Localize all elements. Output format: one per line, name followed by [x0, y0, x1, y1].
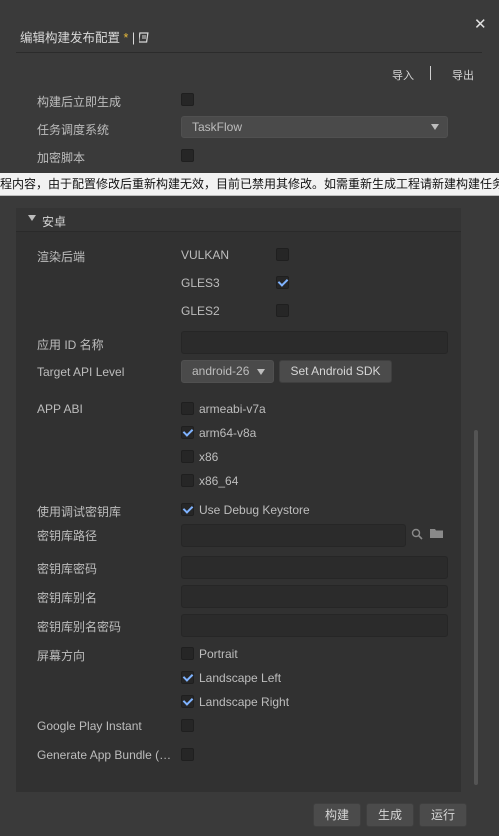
app-id-input[interactable]: [181, 331, 448, 354]
import-link[interactable]: 导入: [392, 67, 414, 83]
run-button[interactable]: 运行: [419, 803, 467, 827]
backend-gles3-label: GLES3: [181, 276, 220, 290]
header-divider: [16, 52, 482, 53]
keystore-alias-label: 密钥库别名: [37, 591, 98, 605]
orientation-label: 屏幕方向: [37, 649, 86, 663]
abi-armeabi-v7a-checkbox[interactable]: [181, 402, 194, 415]
abi-x86-64-label: x86_64: [199, 474, 239, 488]
keystore-password-label: 密钥库密码: [37, 562, 98, 576]
android-section-header[interactable]: [16, 208, 461, 232]
dialog-title: 编辑构建发布配置 * |: [20, 27, 150, 46]
app-bundle-checkbox[interactable]: [181, 748, 194, 761]
orientation-landscape-left-checkbox[interactable]: [181, 671, 194, 684]
orientation-portrait-checkbox[interactable]: [181, 647, 194, 660]
encrypt-script-label: 加密脚本: [37, 151, 86, 165]
target-api-label: Target API Level: [37, 365, 125, 379]
google-play-instant-label: Google Play Instant: [37, 719, 142, 733]
chevron-down-icon: [257, 369, 265, 375]
keystore-alias-input[interactable]: [181, 585, 448, 608]
orientation-landscape-right-checkbox[interactable]: [181, 695, 194, 708]
abi-x86-checkbox[interactable]: [181, 450, 194, 463]
keystore-path-label: 密钥库路径: [37, 529, 98, 543]
export-link[interactable]: 导出: [452, 67, 474, 83]
android-section-title: 安卓: [42, 215, 67, 229]
build-button[interactable]: 构建: [313, 803, 361, 827]
build-immediately-checkbox[interactable]: [181, 93, 194, 106]
disabled-tooltip: 程内容，由于配置修改后重新构建无效，目前已禁用其修改。如需重新生成工程请新建构建…: [0, 173, 499, 196]
backend-vulkan-checkbox[interactable]: [276, 248, 289, 261]
search-icon[interactable]: [411, 528, 423, 543]
close-icon[interactable]: ✕: [474, 15, 487, 33]
modified-marker: *: [123, 31, 129, 45]
task-scheduler-value: TaskFlow: [192, 120, 243, 134]
abi-arm64-v8a-label: arm64-v8a: [199, 426, 257, 440]
collapse-triangle-icon[interactable]: [28, 215, 36, 221]
app-bundle-label: Generate App Bundle (…: [37, 748, 172, 762]
abi-armeabi-v7a-label: armeabi-v7a: [199, 402, 266, 416]
debug-keystore-label: 使用调试密钥库: [37, 505, 122, 519]
orientation-landscape-left-label: Landscape Left: [199, 671, 282, 685]
task-scheduler-select[interactable]: TaskFlow: [181, 116, 448, 138]
backend-gles2-checkbox[interactable]: [276, 304, 289, 317]
target-api-select[interactable]: android-26: [181, 360, 274, 383]
keystore-alias-password-input[interactable]: [181, 614, 448, 637]
scrollbar-thumb[interactable]: [474, 430, 478, 785]
google-play-instant-checkbox[interactable]: [181, 719, 194, 732]
set-android-sdk-button[interactable]: Set Android SDK: [279, 360, 392, 383]
backend-gles3-checkbox[interactable]: [276, 276, 289, 289]
dialog-title-text: 编辑构建发布配置: [20, 31, 121, 45]
orientation-landscape-right-label: Landscape Right: [199, 695, 290, 709]
folder-icon[interactable]: [430, 528, 444, 542]
orientation-portrait-label: Portrait: [199, 647, 238, 661]
keystore-alias-password-label: 密钥库别名密码: [37, 620, 122, 634]
app-id-label: 应用 ID 名称: [37, 338, 104, 352]
abi-x86-64-checkbox[interactable]: [181, 474, 194, 487]
build-immediately-label: 构建后立即生成: [37, 95, 122, 109]
toolbar-separator: [430, 66, 431, 80]
debug-keystore-option: Use Debug Keystore: [199, 503, 310, 517]
abi-arm64-v8a-checkbox[interactable]: [181, 426, 194, 439]
keystore-path-input[interactable]: [181, 524, 406, 547]
backend-gles2-label: GLES2: [181, 304, 220, 318]
task-scheduler-label: 任务调度系统: [37, 123, 110, 137]
book-icon[interactable]: [137, 32, 150, 46]
keystore-password-input[interactable]: [181, 556, 448, 579]
render-backend-label: 渲染后端: [37, 250, 86, 264]
chevron-down-icon: [431, 124, 439, 130]
app-abi-label: APP ABI: [37, 402, 83, 416]
target-api-value: android-26: [192, 364, 250, 378]
backend-vulkan-label: VULKAN: [181, 248, 230, 262]
title-separator: |: [131, 31, 136, 45]
abi-x86-label: x86: [199, 450, 219, 464]
debug-keystore-checkbox[interactable]: [181, 503, 194, 516]
encrypt-script-checkbox[interactable]: [181, 149, 194, 162]
generate-button[interactable]: 生成: [366, 803, 414, 827]
